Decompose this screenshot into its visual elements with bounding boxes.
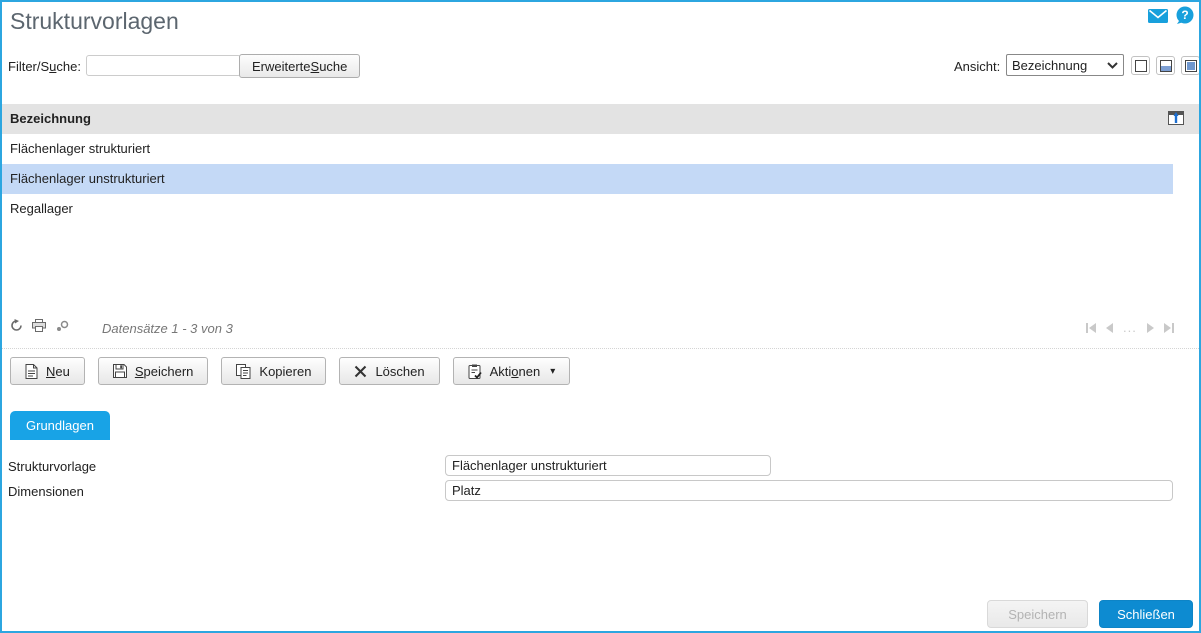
column-settings-icon[interactable] [1168,111,1184,125]
actions-caret-icon: ▾ [550,365,556,377]
chevron-down-icon [1107,61,1118,69]
delete-icon [355,365,367,377]
page-title: Strukturvorlagen [10,8,179,34]
view-mode-list-icon[interactable] [1131,56,1150,75]
strukturvorlage-label: Strukturvorlage [8,459,97,474]
filter-label: Filter/Suche: [8,59,81,74]
settings-icon[interactable] [55,320,69,332]
view-select-value: Bezeichnung [1012,57,1088,73]
dimensionen-label: Dimensionen [8,484,84,499]
actions-icon [468,364,482,379]
refresh-icon[interactable] [10,319,23,332]
footer-close-button[interactable]: Schließen [1099,600,1193,628]
help-glyph: ? [1181,8,1188,22]
new-button[interactable]: Neu [10,357,85,385]
save-icon [112,364,127,378]
record-toolbar: Neu Speichern Kopieren Löschen Aktionen … [10,357,571,385]
first-page-icon[interactable] [1086,322,1096,333]
delete-button[interactable]: Löschen [339,357,440,385]
view-mode-group [1131,56,1199,75]
list-tools [10,319,69,332]
help-icon[interactable]: ? [1176,6,1194,24]
tab-grundlagen[interactable]: Grundlagen [10,411,110,440]
dimensionen-field[interactable] [445,480,1173,501]
table-row[interactable]: Regallager [2,194,1173,224]
last-page-icon[interactable] [1163,322,1174,333]
pagination: ... [1086,320,1174,335]
new-document-icon [25,363,38,379]
page-ellipsis: ... [1123,320,1137,335]
advanced-search-button[interactable]: Erweiterte Suche [239,54,361,78]
record-count-status: Datensätze 1 - 3 von 3 [102,321,233,336]
view-mode-detail-icon[interactable] [1181,56,1199,75]
column-header-bezeichnung[interactable]: Bezeichnung [10,104,91,134]
view-select[interactable]: Bezeichnung [1006,54,1124,76]
view-mode-split-icon[interactable] [1156,56,1175,75]
save-button[interactable]: Speichern [97,357,209,385]
mail-icon[interactable] [1148,9,1168,23]
copy-icon [236,363,251,379]
footer-save-button[interactable]: Speichern [987,600,1088,628]
table-header: Bezeichnung [2,104,1199,134]
toolbar-separator [2,348,1199,349]
next-page-icon[interactable] [1146,322,1154,333]
table-row-selected[interactable]: Flächenlager unstrukturiert [2,164,1173,194]
table-row[interactable]: Flächenlager strukturiert [2,134,1173,164]
view-label: Ansicht: [954,59,1001,74]
copy-button[interactable]: Kopieren [221,357,327,385]
prev-page-icon[interactable] [1106,322,1113,333]
strukturvorlage-field[interactable] [445,455,771,476]
print-icon[interactable] [32,319,46,332]
strukturvorlagen-window: Strukturvorlagen ? Filter/Suche: Erweite… [0,0,1201,633]
actions-button[interactable]: Aktionen ▾ [452,357,571,385]
filter-input[interactable] [86,55,241,76]
